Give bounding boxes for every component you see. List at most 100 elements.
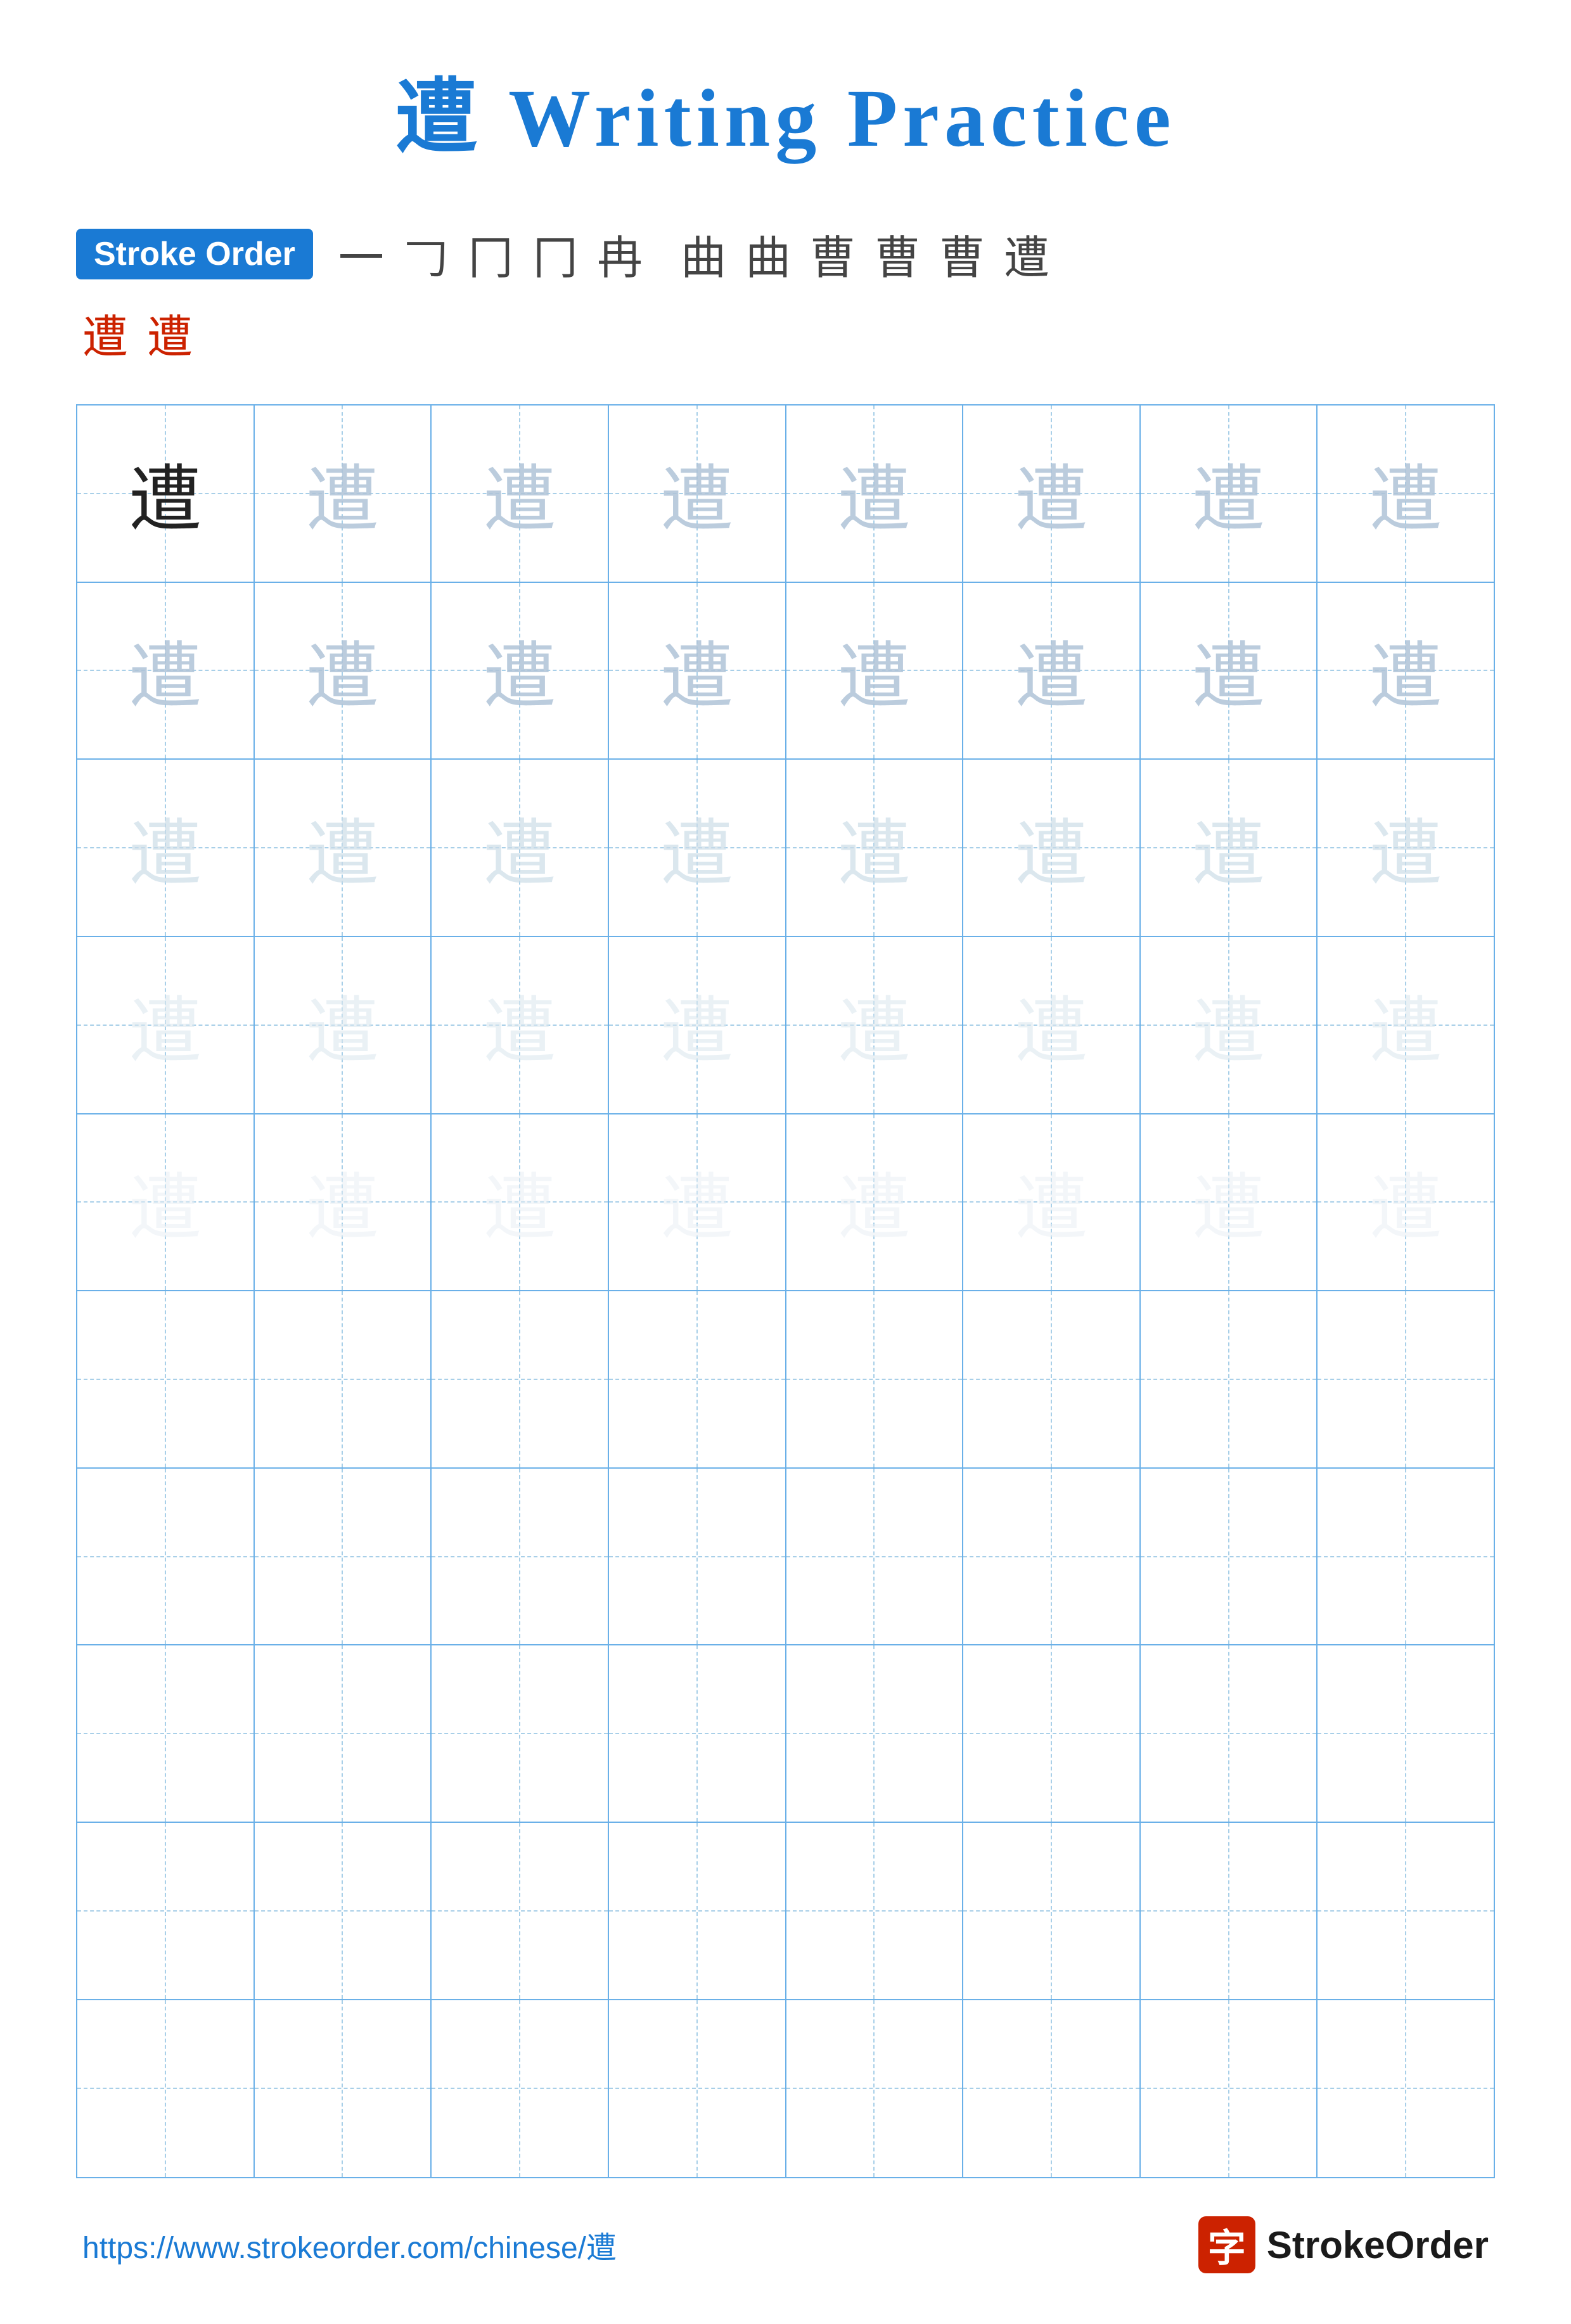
- cell-10-5[interactable]: [786, 2000, 964, 2178]
- cell-1-4[interactable]: 遭: [609, 405, 786, 583]
- cell-char: 遭: [1015, 795, 1087, 900]
- cell-3-6[interactable]: 遭: [963, 760, 1141, 937]
- cell-char: 遭: [838, 795, 911, 900]
- cell-6-5[interactable]: [786, 1291, 964, 1469]
- cell-4-7[interactable]: 遭: [1141, 937, 1318, 1114]
- cell-3-1[interactable]: 遭: [77, 760, 255, 937]
- cell-4-6[interactable]: 遭: [963, 937, 1141, 1114]
- grid-row-10: [77, 2000, 1494, 2178]
- cell-1-2[interactable]: 遭: [255, 405, 432, 583]
- cell-char: 遭: [1015, 973, 1087, 1078]
- cell-7-6[interactable]: [963, 1469, 1141, 1646]
- cell-2-4[interactable]: 遭: [609, 583, 786, 760]
- cell-1-5[interactable]: 遭: [786, 405, 964, 583]
- cell-5-6[interactable]: 遭: [963, 1114, 1141, 1292]
- cell-char: 遭: [1192, 973, 1265, 1078]
- cell-10-3[interactable]: [432, 2000, 609, 2178]
- cell-7-3[interactable]: [432, 1469, 609, 1646]
- cell-2-7[interactable]: 遭: [1141, 583, 1318, 760]
- cell-1-1[interactable]: 遭: [77, 405, 255, 583]
- cell-7-4[interactable]: [609, 1469, 786, 1646]
- cell-8-2[interactable]: [255, 1645, 432, 1823]
- cell-2-1[interactable]: 遭: [77, 583, 255, 760]
- cell-10-1[interactable]: [77, 2000, 255, 2178]
- stroke-5: 冉: [597, 220, 643, 287]
- cell-char: 遭: [129, 441, 202, 546]
- cell-4-8[interactable]: 遭: [1318, 937, 1494, 1114]
- cell-1-3[interactable]: 遭: [432, 405, 609, 583]
- cell-3-3[interactable]: 遭: [432, 760, 609, 937]
- cell-6-4[interactable]: [609, 1291, 786, 1469]
- cell-5-1[interactable]: 遭: [77, 1114, 255, 1292]
- cell-7-5[interactable]: [786, 1469, 964, 1646]
- cell-4-4[interactable]: 遭: [609, 937, 786, 1114]
- grid-row-7: [77, 1469, 1494, 1646]
- cell-10-6[interactable]: [963, 2000, 1141, 2178]
- cell-char: 遭: [1369, 973, 1442, 1078]
- cell-char: 遭: [1369, 618, 1442, 723]
- cell-char: 遭: [484, 618, 556, 723]
- cell-9-3[interactable]: [432, 1823, 609, 2000]
- cell-6-6[interactable]: [963, 1291, 1141, 1469]
- cell-9-1[interactable]: [77, 1823, 255, 2000]
- cell-8-8[interactable]: [1318, 1645, 1494, 1823]
- cell-2-2[interactable]: 遭: [255, 583, 432, 760]
- cell-7-1[interactable]: [77, 1469, 255, 1646]
- cell-9-7[interactable]: [1141, 1823, 1318, 2000]
- cell-10-7[interactable]: [1141, 2000, 1318, 2178]
- cell-4-2[interactable]: 遭: [255, 937, 432, 1114]
- cell-2-6[interactable]: 遭: [963, 583, 1141, 760]
- cell-8-5[interactable]: [786, 1645, 964, 1823]
- cell-5-2[interactable]: 遭: [255, 1114, 432, 1292]
- cell-5-5[interactable]: 遭: [786, 1114, 964, 1292]
- cell-5-7[interactable]: 遭: [1141, 1114, 1318, 1292]
- cell-6-1[interactable]: [77, 1291, 255, 1469]
- grid-row-1: 遭 遭 遭 遭 遭 遭 遭 遭: [77, 405, 1494, 583]
- cell-5-8[interactable]: 遭: [1318, 1114, 1494, 1292]
- cell-10-2[interactable]: [255, 2000, 432, 2178]
- cell-8-6[interactable]: [963, 1645, 1141, 1823]
- stroke-9: 曹: [810, 220, 856, 287]
- cell-char: 遭: [129, 1149, 202, 1255]
- cell-3-7[interactable]: 遭: [1141, 760, 1318, 937]
- cell-char: 遭: [660, 1149, 733, 1255]
- cell-4-3[interactable]: 遭: [432, 937, 609, 1114]
- cell-9-6[interactable]: [963, 1823, 1141, 2000]
- cell-2-3[interactable]: 遭: [432, 583, 609, 760]
- cell-5-4[interactable]: 遭: [609, 1114, 786, 1292]
- cell-char: 遭: [1192, 441, 1265, 546]
- cell-1-7[interactable]: 遭: [1141, 405, 1318, 583]
- stroke-10: 曹: [875, 220, 920, 287]
- cell-8-4[interactable]: [609, 1645, 786, 1823]
- cell-5-3[interactable]: 遭: [432, 1114, 609, 1292]
- cell-3-5[interactable]: 遭: [786, 760, 964, 937]
- cell-8-3[interactable]: [432, 1645, 609, 1823]
- cell-8-1[interactable]: [77, 1645, 255, 1823]
- cell-2-8[interactable]: 遭: [1318, 583, 1494, 760]
- cell-6-7[interactable]: [1141, 1291, 1318, 1469]
- cell-1-6[interactable]: 遭: [963, 405, 1141, 583]
- footer-url[interactable]: https://www.strokeorder.com/chinese/遭: [82, 2223, 617, 2267]
- stroke-chars: 一 𠃌 冂 冂 冉 𠭴 曲 曲 曹 曹 曹 遭: [338, 220, 1049, 287]
- stroke-8: 曲: [745, 220, 791, 287]
- cell-2-5[interactable]: 遭: [786, 583, 964, 760]
- cell-4-5[interactable]: 遭: [786, 937, 964, 1114]
- cell-9-2[interactable]: [255, 1823, 432, 2000]
- cell-6-8[interactable]: [1318, 1291, 1494, 1469]
- cell-9-5[interactable]: [786, 1823, 964, 2000]
- cell-4-1[interactable]: 遭: [77, 937, 255, 1114]
- cell-7-8[interactable]: [1318, 1469, 1494, 1646]
- cell-3-8[interactable]: 遭: [1318, 760, 1494, 937]
- cell-9-4[interactable]: [609, 1823, 786, 2000]
- cell-7-7[interactable]: [1141, 1469, 1318, 1646]
- cell-8-7[interactable]: [1141, 1645, 1318, 1823]
- cell-10-4[interactable]: [609, 2000, 786, 2178]
- cell-6-3[interactable]: [432, 1291, 609, 1469]
- cell-7-2[interactable]: [255, 1469, 432, 1646]
- cell-3-2[interactable]: 遭: [255, 760, 432, 937]
- cell-3-4[interactable]: 遭: [609, 760, 786, 937]
- cell-6-2[interactable]: [255, 1291, 432, 1469]
- cell-9-8[interactable]: [1318, 1823, 1494, 2000]
- cell-1-8[interactable]: 遭: [1318, 405, 1494, 583]
- cell-10-8[interactable]: [1318, 2000, 1494, 2178]
